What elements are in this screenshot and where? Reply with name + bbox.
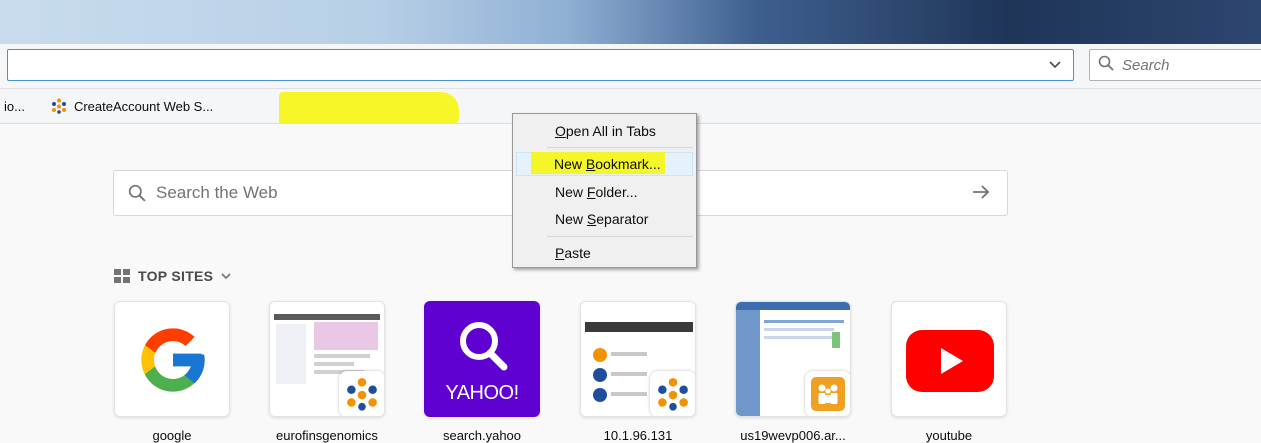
grid-icon [114, 269, 130, 283]
search-placeholder: Search [1122, 56, 1170, 74]
bookmark-label: CreateAccount Web S... [73, 98, 214, 114]
menu-accel: P [555, 245, 565, 261]
menu-label: pen All in Tabs [565, 123, 656, 139]
tile-label: youtube [925, 428, 973, 443]
top-site-tile-youtube[interactable] [891, 301, 1007, 417]
menu-accel: B [585, 156, 596, 172]
search-icon [1098, 55, 1114, 76]
arrow-right-icon[interactable] [971, 182, 991, 207]
bookmark-label: io... [4, 98, 25, 114]
top-site-tile-yahoo[interactable]: YAHOO! [424, 301, 540, 417]
tile-label: us19wevp006.ar... [740, 428, 846, 443]
magnifier-icon [453, 316, 513, 381]
yahoo-logo-text: YAHOO! [445, 382, 519, 404]
menu-item-new-folder[interactable]: New Folder... [516, 180, 693, 204]
tile-label: 10.1.96.131 [603, 428, 673, 443]
navigation-toolbar: Search [0, 44, 1261, 89]
menu-label: New [555, 184, 587, 200]
window-titlebar [0, 0, 1261, 44]
menu-label: aste [564, 245, 591, 261]
top-site-tile-10-1-96-131[interactable] [580, 301, 696, 417]
top-sites-header[interactable]: TOP SITES [114, 268, 231, 284]
menu-accel: F [586, 184, 596, 200]
top-sites-title: TOP SITES [138, 268, 214, 284]
search-icon [128, 184, 146, 202]
menu-label: older... [595, 184, 638, 200]
tile-label: google [152, 428, 192, 443]
menu-separator [547, 147, 693, 148]
eurofins-logo-icon [345, 377, 379, 411]
menu-label: ookmark... [595, 156, 661, 172]
tile-label: eurofinsgenomics [276, 428, 378, 443]
top-site-tile-google[interactable] [114, 301, 230, 417]
web-search-placeholder: Search the Web [156, 183, 278, 202]
tile-label: search.yahoo [442, 428, 522, 443]
menu-accel: O [555, 123, 566, 139]
top-site-tile-us19wevp006[interactable] [735, 301, 851, 417]
menu-label: New [555, 211, 587, 227]
menu-accel: S [586, 211, 597, 227]
menu-item-open-all-in-tabs[interactable]: Open All in Tabs [516, 119, 693, 143]
menu-label: eparator [596, 211, 649, 227]
bookmarks-context-menu: Open All in Tabs New Folder... New Separ… [512, 113, 697, 268]
site-badge [650, 371, 695, 416]
people-app-icon [811, 377, 845, 411]
bookmark-item-truncated[interactable]: io... [0, 94, 31, 118]
address-bar-dropdown-button[interactable] [1037, 50, 1073, 80]
menu-item-new-separator[interactable]: New Separator [516, 207, 693, 231]
site-badge [339, 371, 384, 416]
bookmark-item-createaccount[interactable]: CreateAccount Web S... [45, 94, 219, 118]
top-site-tile-eurofinsgenomics[interactable] [269, 301, 385, 417]
search-bar[interactable]: Search [1089, 49, 1261, 81]
menu-label: New [554, 156, 586, 172]
menu-item-new-bookmark-label[interactable]: New Bookmark... [554, 152, 661, 176]
address-bar[interactable] [7, 49, 1074, 81]
site-badge [805, 371, 850, 416]
eurofins-logo-icon [656, 377, 690, 411]
eurofins-favicon-icon [51, 98, 67, 114]
menu-item-paste[interactable]: Paste [516, 241, 693, 265]
yellow-annotation-mark [279, 92, 459, 124]
menu-separator [547, 236, 693, 237]
chevron-down-icon [221, 272, 231, 280]
youtube-logo-icon [906, 330, 994, 397]
google-logo-icon [135, 322, 211, 403]
chevron-down-icon [1049, 56, 1061, 74]
